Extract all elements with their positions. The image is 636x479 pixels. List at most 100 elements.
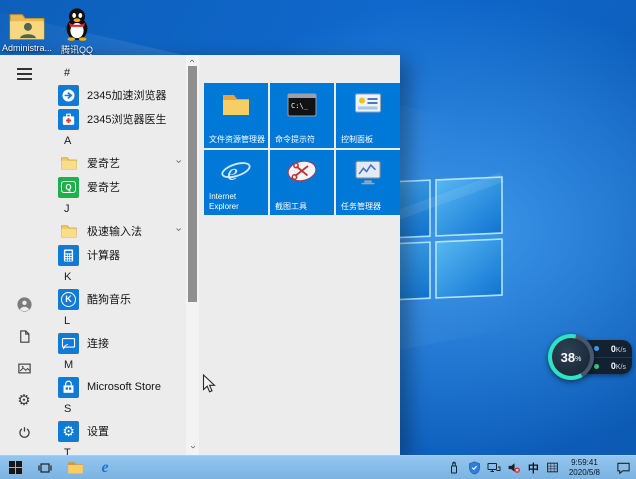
app-list-header-a[interactable]: A <box>48 131 186 151</box>
qq-penguin-icon <box>50 5 104 41</box>
control-panel-icon <box>336 92 400 116</box>
taskbar: e 中 9:59:41 2020/5/8 <box>0 455 636 479</box>
ie-icon: e <box>204 155 268 187</box>
user-folder-icon <box>0 5 54 41</box>
upload-dot-icon <box>594 346 599 351</box>
chevron-down-icon[interactable]: › <box>173 228 185 232</box>
app-item-label: 连接 <box>87 338 109 350</box>
app-list-header-s[interactable]: S <box>48 399 186 419</box>
scrollbar-thumb[interactable] <box>188 66 197 302</box>
settings-rail-button gear-icon[interactable]: ⚙ <box>15 391 33 409</box>
cmd-icon: C:\_ <box>270 92 334 118</box>
start-tiles-grid: 文件资源管理器 C:\_ 命令提示符 控制面板 e Internet Explo… <box>199 55 400 455</box>
start-app-list: # 2345加速浏览器 2345浏览器医生 A 爱奇艺 › Q 爱奇艺 J 极速… <box>48 55 186 455</box>
security-shield-icon[interactable] <box>467 460 482 476</box>
gear-icon: ⚙ <box>58 420 79 442</box>
app-item-settings[interactable]: ⚙ 设置 <box>48 419 186 443</box>
app-list-header-j[interactable]: J <box>48 199 186 219</box>
windows-desktop: Administra... 腾讯QQ 0K/s 0K/s 38 % ⚙ # 23… <box>0 0 636 479</box>
app-item-microsoft-store[interactable]: Microsoft Store <box>48 375 186 399</box>
task-manager-icon <box>336 159 400 186</box>
app-item-connect[interactable]: 连接 <box>48 331 186 355</box>
edge-icon: e <box>101 458 109 476</box>
app-item-label: 极速输入法 <box>87 226 142 238</box>
tile-label: 任务管理器 <box>341 202 381 211</box>
action-center-button[interactable] <box>613 459 633 477</box>
power-button[interactable] <box>15 423 33 441</box>
taskbar-file-explorer-button[interactable] <box>60 456 90 479</box>
clock-time: 9:59:41 <box>571 458 598 467</box>
net-speed-widget[interactable]: 0K/s 0K/s 38% <box>548 334 634 380</box>
app-list-header-t[interactable]: T <box>48 443 186 455</box>
app-list-header-m[interactable]: M <box>48 355 186 375</box>
snipping-tool-icon <box>270 159 334 183</box>
file-explorer-icon <box>67 462 83 474</box>
svg-text:C:\_: C:\_ <box>291 102 309 110</box>
app-list-header-hash[interactable]: # <box>48 63 186 83</box>
app-list-header-l[interactable]: L <box>48 311 186 331</box>
memory-usage-value: 38% <box>552 338 590 376</box>
app-item-calculator[interactable]: 计算器 <box>48 243 186 267</box>
browser-2345-icon <box>58 84 79 106</box>
hamburger-menu-button[interactable] <box>16 68 32 80</box>
tile-command-prompt[interactable]: C:\_ 命令提示符 <box>270 83 334 148</box>
download-speed-value: 0K/s <box>610 361 626 371</box>
tile-internet-explorer[interactable]: e Internet Explorer <box>204 150 268 215</box>
app-item-2345-doctor[interactable]: 2345浏览器医生 <box>48 107 186 131</box>
network-icon[interactable] <box>487 460 502 476</box>
tile-label: 命令提示符 <box>275 135 315 144</box>
app-folder-iqiyi[interactable]: 爱奇艺 › <box>48 151 186 175</box>
app-item-label: 爱奇艺 <box>87 158 120 170</box>
iqiyi-icon: Q <box>58 176 79 198</box>
tile-file-explorer[interactable]: 文件资源管理器 <box>204 83 268 148</box>
ime-language-indicator[interactable]: 中 <box>527 460 540 476</box>
scroll-down-arrow[interactable]: › <box>188 445 199 448</box>
app-item-2345-browser[interactable]: 2345加速浏览器 <box>48 83 186 107</box>
folder-icon <box>58 153 79 174</box>
user-avatar-button[interactable] <box>15 295 33 313</box>
desktop-icon-label: 腾讯QQ <box>60 45 93 55</box>
tile-snipping-tool[interactable]: 截图工具 <box>270 150 334 215</box>
tile-label: Internet Explorer <box>209 192 239 211</box>
desktop-icon-qq[interactable]: 腾讯QQ <box>50 5 104 56</box>
app-item-label: Microsoft Store <box>87 381 161 393</box>
upload-speed-value: 0K/s <box>610 343 626 354</box>
app-item-label: 爱奇艺 <box>87 182 120 194</box>
app-folder-jisu-ime[interactable]: 极速输入法 › <box>48 219 186 243</box>
start-menu: ⚙ # 2345加速浏览器 2345浏览器医生 A 爱奇艺 › Q 爱奇艺 J … <box>0 55 400 455</box>
tile-label: 文件资源管理器 <box>209 135 265 144</box>
doctor-2345-icon <box>58 108 79 130</box>
app-list-scrollbar[interactable]: › › <box>186 55 199 455</box>
taskbar-edge-button[interactable]: e <box>90 456 120 479</box>
tile-label: 截图工具 <box>275 202 307 211</box>
app-item-label: 2345浏览器医生 <box>87 114 167 126</box>
app-item-label: 设置 <box>87 426 109 438</box>
memory-usage-ball[interactable]: 38% <box>548 334 594 380</box>
volume-muted-icon[interactable] <box>507 460 522 476</box>
app-item-label: 酷狗音乐 <box>87 294 131 306</box>
app-list-header-k[interactable]: K <box>48 267 186 287</box>
clock-date: 2020/5/8 <box>568 467 600 477</box>
tile-task-manager[interactable]: 任务管理器 <box>336 150 400 215</box>
rail-bottom-group: ⚙ <box>15 295 33 447</box>
task-view-button[interactable] <box>30 456 60 479</box>
scroll-up-arrow[interactable]: › <box>187 59 198 62</box>
documents-button[interactable] <box>15 327 33 345</box>
desktop-icon-administrator[interactable]: Administra... <box>0 5 54 53</box>
system-tray: 中 9:59:41 2020/5/8 <box>447 458 636 477</box>
store-icon <box>58 376 79 398</box>
start-menu-rail: ⚙ <box>0 55 48 455</box>
usb-icon[interactable] <box>447 460 462 476</box>
task-view-icon <box>38 462 52 473</box>
app-item-label: 计算器 <box>87 250 120 262</box>
pictures-button[interactable] <box>15 359 33 377</box>
download-dot-icon <box>594 363 599 369</box>
file-explorer-icon <box>204 92 268 117</box>
ime-grid-icon[interactable] <box>545 460 560 476</box>
chevron-down-icon[interactable]: › <box>173 160 185 164</box>
app-item-iqiyi[interactable]: Q 爱奇艺 <box>48 175 186 199</box>
taskbar-clock[interactable]: 9:59:41 2020/5/8 <box>565 458 604 477</box>
tile-control-panel[interactable]: 控制面板 <box>336 83 400 148</box>
start-button[interactable] <box>0 456 30 479</box>
app-item-kugou[interactable]: K 酷狗音乐 <box>48 287 186 311</box>
